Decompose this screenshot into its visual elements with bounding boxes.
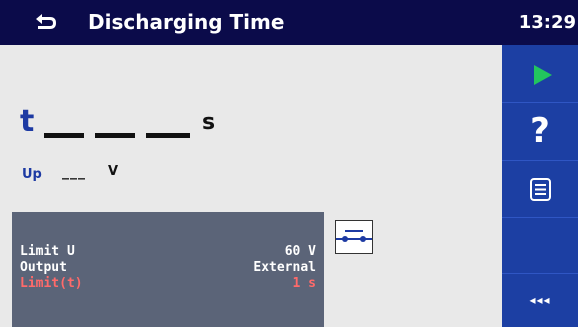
param-label: Limit(t) xyxy=(20,276,83,291)
start-button[interactable] xyxy=(502,45,578,102)
main-panel: t s Up ___ V Limit U 60 V Output Externa… xyxy=(0,45,502,327)
help-button[interactable]: ? xyxy=(502,103,578,160)
param-label: Output xyxy=(20,260,67,275)
list-icon xyxy=(530,178,551,201)
sidebar: ? ◂◂◂ xyxy=(502,45,578,327)
more-options-icon: ◂◂◂ xyxy=(529,293,551,307)
page-title: Discharging Time xyxy=(88,10,285,34)
more-options-button[interactable]: ◂◂◂ xyxy=(502,274,578,327)
up-label: Up xyxy=(22,167,42,182)
title-bar: Discharging Time 13:29 xyxy=(0,0,578,45)
list-button[interactable] xyxy=(502,161,578,217)
t-label: t xyxy=(20,104,35,139)
up-unit: V xyxy=(108,164,119,179)
help-icon: ? xyxy=(530,111,550,151)
param-limit-u[interactable]: Limit U 60 V xyxy=(20,244,316,260)
param-limit-t[interactable]: Limit(t) 1 s xyxy=(20,276,316,292)
t-placeholder-dash xyxy=(44,133,84,138)
back-button[interactable] xyxy=(0,0,72,45)
t-placeholder-dash xyxy=(95,133,135,138)
back-arrow-icon xyxy=(36,14,56,29)
param-output[interactable]: Output External xyxy=(20,260,316,276)
param-value: External xyxy=(253,260,316,275)
param-value: 60 V xyxy=(284,244,316,259)
clock: 13:29 xyxy=(518,12,576,33)
param-value: 1 s xyxy=(292,276,316,291)
parameters-panel[interactable]: Limit U 60 V Output External Limit(t) 1 … xyxy=(12,212,324,327)
t-unit: s xyxy=(202,110,216,135)
t-placeholder-dash xyxy=(146,133,190,138)
up-value: ___ xyxy=(62,164,86,180)
play-icon xyxy=(534,65,552,85)
sidebar-divider xyxy=(502,217,578,218)
discharging-time-screen: Discharging Time 13:29 t s Up ___ V Limi… xyxy=(0,0,578,327)
connection-switch-icon xyxy=(335,220,373,254)
param-label: Limit U xyxy=(20,244,75,259)
